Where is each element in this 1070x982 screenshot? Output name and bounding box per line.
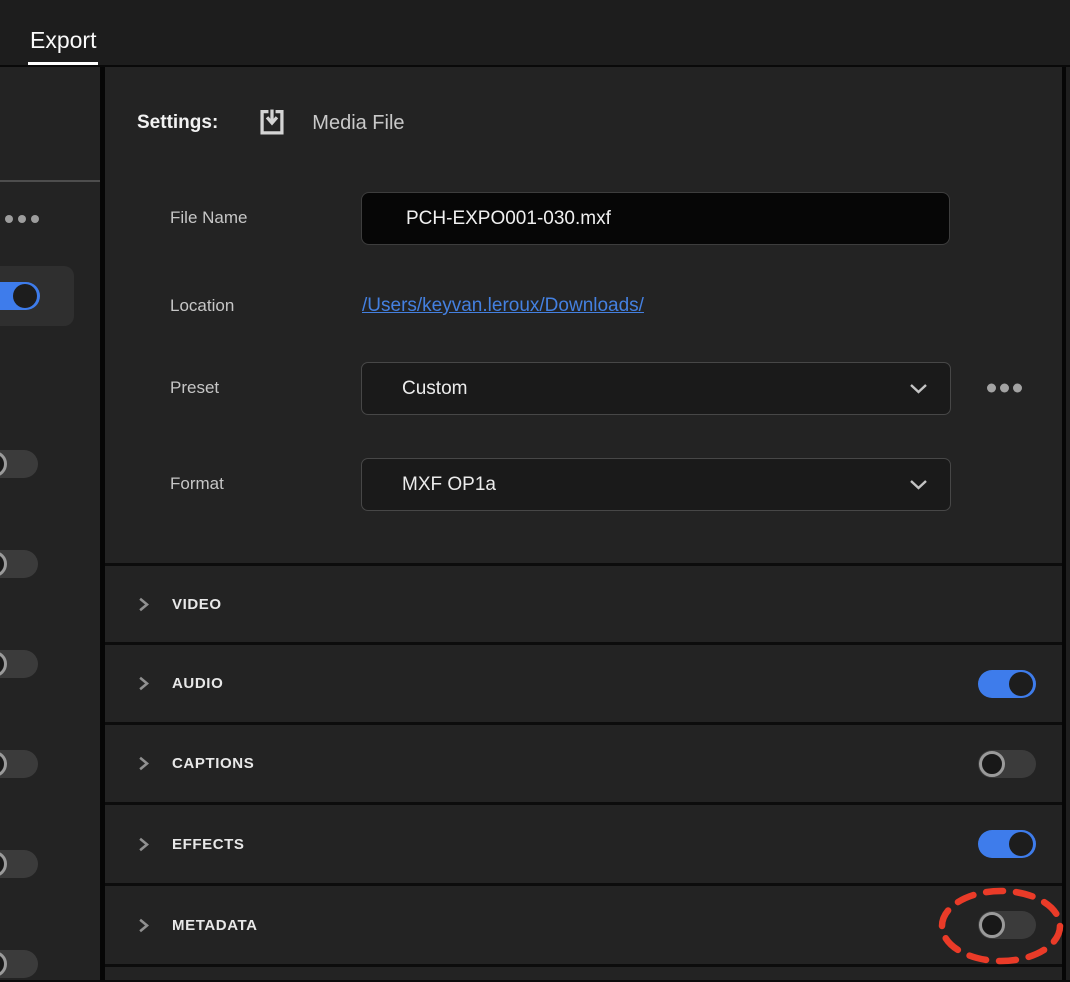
- file-name-input[interactable]: [361, 192, 950, 245]
- preset-value: Custom: [402, 378, 467, 400]
- toggle-knob: [0, 951, 7, 977]
- section-label: AUDIO: [172, 675, 223, 692]
- chevron-right-icon[interactable]: [136, 676, 150, 691]
- preset-label: Preset: [170, 378, 219, 398]
- audio-toggle[interactable]: [978, 670, 1036, 698]
- sidebar-divider: [0, 180, 100, 182]
- destination-toggle[interactable]: [0, 550, 38, 578]
- section-captions[interactable]: CAPTIONS: [105, 725, 1062, 802]
- section-video[interactable]: VIDEO: [105, 566, 1062, 642]
- location-label: Location: [170, 296, 234, 316]
- section-effects[interactable]: EFFECTS: [105, 805, 1062, 883]
- section-label: METADATA: [172, 917, 258, 934]
- ellipsis-icon[interactable]: [5, 215, 39, 223]
- chevron-right-icon[interactable]: [136, 756, 150, 771]
- destination-toggle[interactable]: [0, 650, 38, 678]
- captions-toggle[interactable]: [978, 750, 1036, 778]
- chevron-down-icon: [909, 479, 928, 491]
- tab-export[interactable]: Export: [28, 27, 98, 65]
- section-label: CAPTIONS: [172, 755, 254, 772]
- toggle-knob: [0, 651, 7, 677]
- settings-header: Settings: Media File: [137, 106, 405, 140]
- format-value: MXF OP1a: [402, 474, 496, 496]
- destination-toggle[interactable]: [0, 850, 38, 878]
- format-label: Format: [170, 474, 224, 494]
- section-metadata[interactable]: METADATA: [105, 886, 1062, 964]
- toggle-knob: [0, 551, 7, 577]
- destinations-sidebar: [0, 67, 100, 980]
- chevron-down-icon: [909, 383, 928, 395]
- toggle-knob: [979, 912, 1005, 938]
- destination-toggle[interactable]: [0, 950, 38, 978]
- metadata-toggle[interactable]: [978, 911, 1036, 939]
- preset-dropdown[interactable]: Custom: [361, 362, 951, 415]
- settings-block: Settings: Media File File Name Location …: [105, 67, 1062, 563]
- location-link[interactable]: /Users/keyvan.leroux/Downloads/: [362, 295, 644, 317]
- toggle-knob: [0, 451, 7, 477]
- section-label: VIDEO: [172, 596, 222, 613]
- chevron-right-icon[interactable]: [136, 837, 150, 852]
- toggle-knob: [1009, 672, 1033, 696]
- export-dialog-body: Settings: Media File File Name Location …: [0, 67, 1070, 980]
- file-name-label: File Name: [170, 208, 247, 228]
- toggle-knob: [0, 851, 7, 877]
- settings-heading: Settings:: [137, 112, 218, 134]
- preset-more-button[interactable]: [983, 380, 1026, 397]
- chevron-right-icon[interactable]: [136, 597, 150, 612]
- section-audio[interactable]: AUDIO: [105, 645, 1062, 722]
- toggle-knob: [0, 751, 7, 777]
- format-dropdown[interactable]: MXF OP1a: [361, 458, 951, 511]
- chevron-right-icon[interactable]: [136, 918, 150, 933]
- destination-toggle[interactable]: [0, 282, 40, 310]
- destination-toggle[interactable]: [0, 750, 38, 778]
- selected-destination-card[interactable]: [0, 266, 74, 326]
- toggle-knob: [979, 751, 1005, 777]
- top-bar: Export: [0, 0, 1070, 67]
- section-label: EFFECTS: [172, 836, 245, 853]
- window-edge: [1066, 67, 1070, 980]
- media-file-export-icon: [255, 106, 289, 140]
- export-settings-panel: Settings: Media File File Name Location …: [105, 67, 1062, 980]
- toggle-knob: [13, 284, 37, 308]
- destination-toggle[interactable]: [0, 450, 38, 478]
- effects-toggle[interactable]: [978, 830, 1036, 858]
- next-section-partial: [105, 967, 1062, 980]
- toggle-knob: [1009, 832, 1033, 856]
- destination-type-label: Media File: [312, 112, 404, 135]
